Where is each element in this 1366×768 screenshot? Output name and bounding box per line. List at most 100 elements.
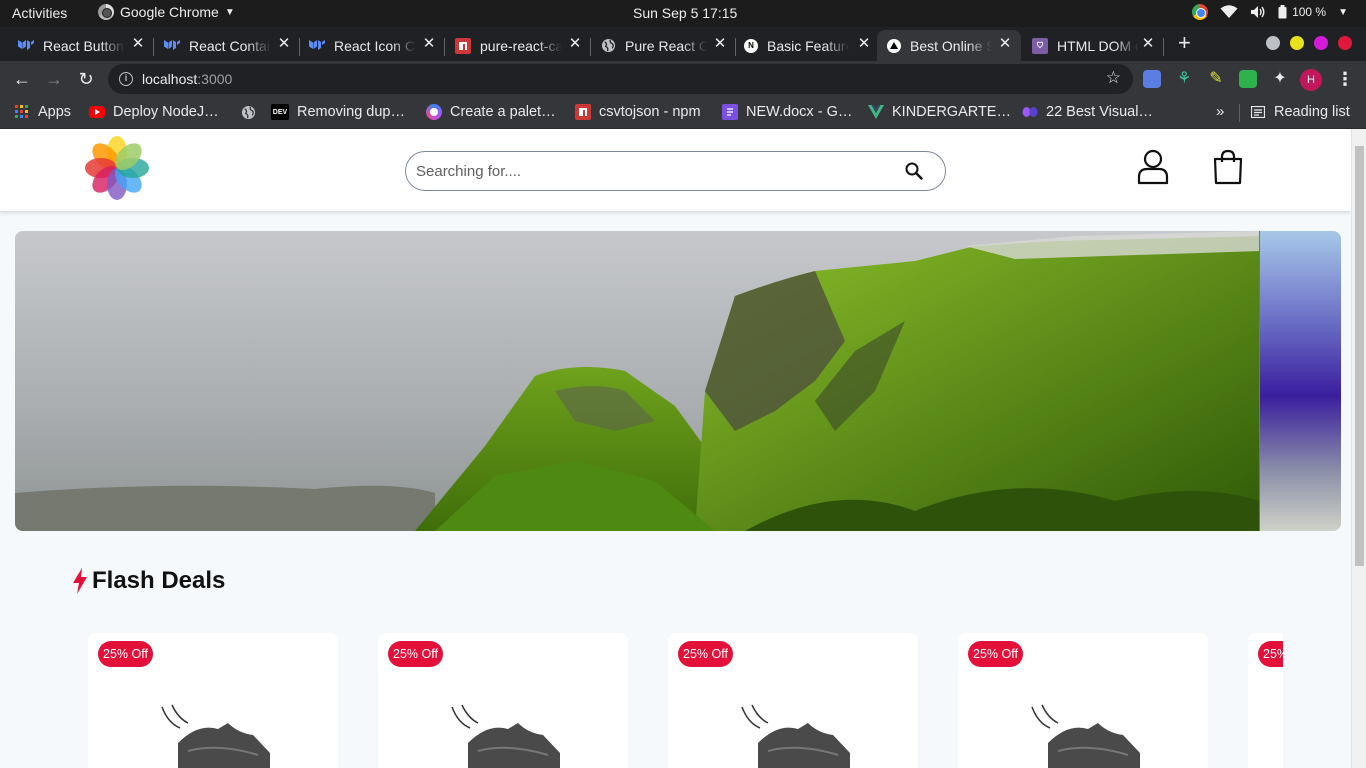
minimize-icon[interactable]	[1290, 36, 1304, 50]
new-tab-button[interactable]: +	[1178, 32, 1191, 54]
product-card[interactable]: 25% Off	[668, 633, 918, 768]
search-input[interactable]	[416, 160, 886, 182]
bookmark-apps[interactable]: Apps	[14, 104, 71, 120]
scrollbar-thumb[interactable]	[1355, 146, 1364, 566]
page-viewport: Flash Deals 25% Off 25% Off 25% Off 25% …	[0, 129, 1366, 768]
bookmark-create-palette[interactable]: Create a palet…	[426, 104, 556, 120]
tab-pure-react-carousel[interactable]: Pure React Ca ✕	[600, 30, 736, 61]
site-header	[0, 129, 1351, 211]
discount-badge: 25% Off	[678, 641, 733, 667]
tab-react-button[interactable]: React Button ✕	[18, 30, 154, 61]
window-controls	[1266, 36, 1352, 50]
address-bar[interactable]: i localhost:3000 ☆	[108, 64, 1133, 94]
mui-icon	[18, 38, 34, 54]
flash-deals-carousel: 25% Off 25% Off 25% Off 25% Off 25% Off	[88, 633, 1283, 768]
battery-percent: 100 %	[1292, 5, 1327, 19]
tab-strip: React Button ✕ React Contain ✕ React Ico…	[0, 27, 1366, 61]
bookmark-best-visual[interactable]: 22 Best Visual…	[1022, 104, 1153, 120]
product-card[interactable]: 25% Off	[1248, 633, 1283, 768]
tab-html-dom[interactable]: ⛉ HTML DOM c ✕	[1032, 30, 1164, 61]
user-account-icon[interactable]	[1136, 149, 1170, 185]
close-tab-icon[interactable]: ✕	[856, 36, 872, 52]
logo[interactable]	[84, 135, 150, 201]
close-window-icon[interactable]	[1338, 36, 1352, 50]
discount-badge: 25% Off	[1258, 641, 1283, 667]
bookmark-deploy-nodejs[interactable]: Deploy NodeJ…	[89, 104, 219, 120]
volume-icon	[1251, 6, 1265, 18]
product-image	[1031, 704, 1140, 768]
close-tab-icon[interactable]: ✕	[276, 36, 292, 52]
vue-icon	[868, 104, 884, 120]
extension-icon[interactable]: ✎	[1207, 70, 1225, 88]
bookmark-kindergarten[interactable]: KINDERGARTE…	[868, 104, 1011, 120]
flash-deals-title: Flash Deals	[92, 567, 226, 594]
extension-icon[interactable]	[1143, 70, 1161, 88]
bookmark-new-docx[interactable]: NEW.docx - G…	[722, 104, 852, 120]
url-port: :3000	[197, 71, 233, 87]
product-image	[451, 704, 560, 768]
npm-icon	[455, 37, 471, 54]
butterfly-icon	[1022, 104, 1038, 120]
page-scrollbar[interactable]	[1351, 129, 1366, 768]
url-host: localhost	[142, 71, 198, 87]
bookmark-globe[interactable]	[240, 104, 256, 120]
discount-badge: 25% Off	[968, 641, 1023, 667]
apps-grid-icon	[14, 104, 30, 120]
system-top-bar: Activities Google Chrome ▼ Sun Sep 5 17:…	[0, 0, 1366, 27]
globe-icon	[600, 38, 616, 54]
tab-pure-react-carousel-npm[interactable]: pure-react-ca ✕	[455, 30, 591, 61]
docs-icon	[722, 104, 738, 120]
wifi-icon	[1220, 5, 1238, 18]
close-tab-icon[interactable]: ✕	[130, 36, 146, 52]
product-image	[161, 704, 270, 768]
lightning-icon	[73, 568, 87, 594]
app-name: Google Chrome	[120, 4, 219, 20]
close-tab-icon[interactable]: ✕	[1140, 36, 1156, 52]
tab-react-icon[interactable]: React Icon Co ✕	[309, 30, 445, 61]
extensions-puzzle-icon[interactable]: ✦	[1271, 70, 1289, 88]
tab-search-icon[interactable]	[1266, 36, 1280, 50]
npm-icon	[575, 104, 591, 120]
w3-icon: ⛉	[1032, 37, 1048, 54]
product-card[interactable]: 25% Off	[378, 633, 628, 768]
reading-list-button[interactable]: Reading list	[1250, 104, 1350, 120]
battery-icon	[1278, 5, 1287, 19]
shopping-bag-icon[interactable]	[1212, 149, 1244, 185]
tab-basic-features[interactable]: N Basic Feature ✕	[744, 30, 872, 61]
hero-carousel[interactable]	[15, 231, 1341, 531]
extension-icon[interactable]: ⚘	[1175, 70, 1193, 88]
tab-best-online-shop[interactable]: Best Online S ✕	[877, 30, 1021, 61]
profile-avatar[interactable]: H	[1300, 69, 1322, 91]
app-menu[interactable]: Google Chrome ▼	[98, 4, 235, 20]
close-tab-icon[interactable]: ✕	[712, 36, 728, 52]
system-tray[interactable]: 100 % ▼	[1192, 4, 1348, 20]
bookmark-star-icon[interactable]: ☆	[1106, 68, 1121, 88]
product-card[interactable]: 25% Off	[88, 633, 338, 768]
close-tab-icon[interactable]: ✕	[997, 36, 1013, 52]
extension-icon[interactable]	[1239, 70, 1257, 88]
discount-badge: 25% Off	[98, 641, 153, 667]
flash-deals-heading: Flash Deals	[72, 567, 225, 595]
close-tab-icon[interactable]: ✕	[421, 36, 437, 52]
close-tab-icon[interactable]: ✕	[567, 36, 583, 52]
reading-list-icon	[1250, 104, 1266, 120]
globe-icon	[240, 104, 256, 120]
bookmark-csvtojson-npm[interactable]: csvtojson - npm	[575, 104, 701, 120]
forward-arrow-icon[interactable]: →	[42, 68, 66, 90]
back-arrow-icon[interactable]: ←	[10, 68, 34, 90]
vercel-icon	[887, 38, 901, 53]
activities-button[interactable]: Activities	[12, 5, 67, 21]
tab-react-container[interactable]: React Contain ✕	[164, 30, 300, 61]
search-icon[interactable]	[905, 162, 923, 180]
bookmarks-overflow-button[interactable]: »	[1216, 103, 1224, 120]
site-info-icon[interactable]: i	[119, 72, 133, 86]
clock[interactable]: Sun Sep 5 17:15	[633, 5, 737, 21]
maximize-icon[interactable]	[1314, 36, 1328, 50]
chrome-icon	[98, 4, 114, 20]
bookmark-removing-duplicates[interactable]: DEV Removing dup…	[271, 104, 405, 120]
mui-icon	[309, 38, 325, 54]
reload-icon[interactable]: ↻	[74, 68, 98, 90]
product-card[interactable]: 25% Off	[958, 633, 1208, 768]
chrome-menu-icon[interactable]: ⋮	[1336, 68, 1354, 90]
chrome-tray-icon	[1192, 4, 1209, 20]
